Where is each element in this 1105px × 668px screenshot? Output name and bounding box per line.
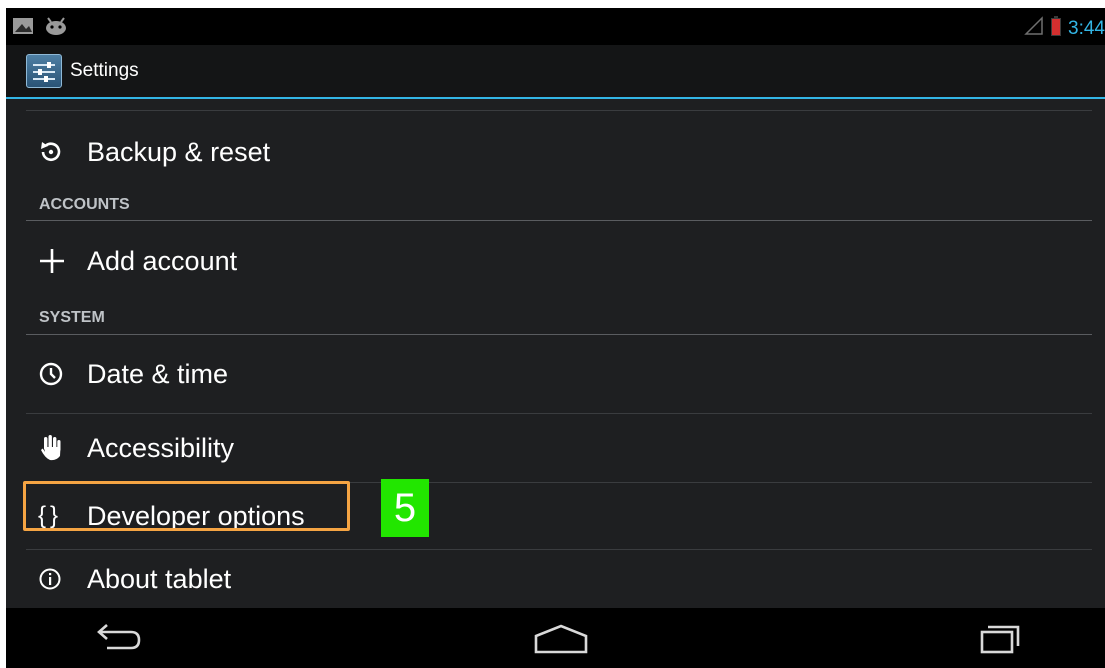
settings-item-date-time[interactable]: Date & time <box>26 335 1092 413</box>
section-header-accounts: ACCOUNTS <box>26 190 1092 220</box>
page-title: Settings <box>70 60 139 81</box>
section-header-label: ACCOUNTS <box>39 196 130 213</box>
settings-item-label: About tablet <box>87 563 232 594</box>
back-icon[interactable] <box>93 622 143 659</box>
settings-app-icon[interactable] <box>26 54 62 88</box>
settings-item-label: Date & time <box>87 358 229 389</box>
navigation-bar <box>6 608 1105 668</box>
list-divider <box>26 110 1092 111</box>
status-bar: 3:44 <box>6 8 1105 45</box>
settings-item-label: Accessibility <box>87 432 235 463</box>
settings-list: Backup & reset ACCOUNTS Add account SYST… <box>6 99 1105 608</box>
section-header-system: SYSTEM <box>26 302 1092 334</box>
action-bar: Settings <box>6 45 1105 99</box>
settings-item-accessibility[interactable]: Accessibility <box>26 414 1092 482</box>
hand-icon <box>38 434 72 462</box>
settings-item-label: Add account <box>87 245 238 276</box>
clock-icon <box>38 361 72 387</box>
step-number-badge: 5 <box>381 479 429 537</box>
plus-icon <box>38 247 72 275</box>
recent-apps-icon[interactable] <box>978 622 1024 659</box>
settings-item-add-account[interactable]: Add account <box>26 221 1092 301</box>
info-icon <box>38 567 72 591</box>
settings-item-about-tablet[interactable]: About tablet <box>26 550 1092 608</box>
settings-item-backup-reset[interactable]: Backup & reset <box>26 114 1092 190</box>
section-header-label: SYSTEM <box>39 309 105 326</box>
developer-options-highlight <box>23 481 350 531</box>
home-icon[interactable] <box>531 622 591 659</box>
android-icon <box>44 16 68 41</box>
android-screen: 3:44 Settings Backup & reset ACCOUNTS Ad… <box>6 8 1105 668</box>
signal-icon <box>1024 16 1044 41</box>
status-clock: 3:44 <box>1068 17 1105 39</box>
screenshot-icon <box>12 16 34 41</box>
battery-icon <box>1050 15 1062 42</box>
settings-item-label: Backup & reset <box>87 136 271 167</box>
backup-restore-icon <box>38 139 72 165</box>
